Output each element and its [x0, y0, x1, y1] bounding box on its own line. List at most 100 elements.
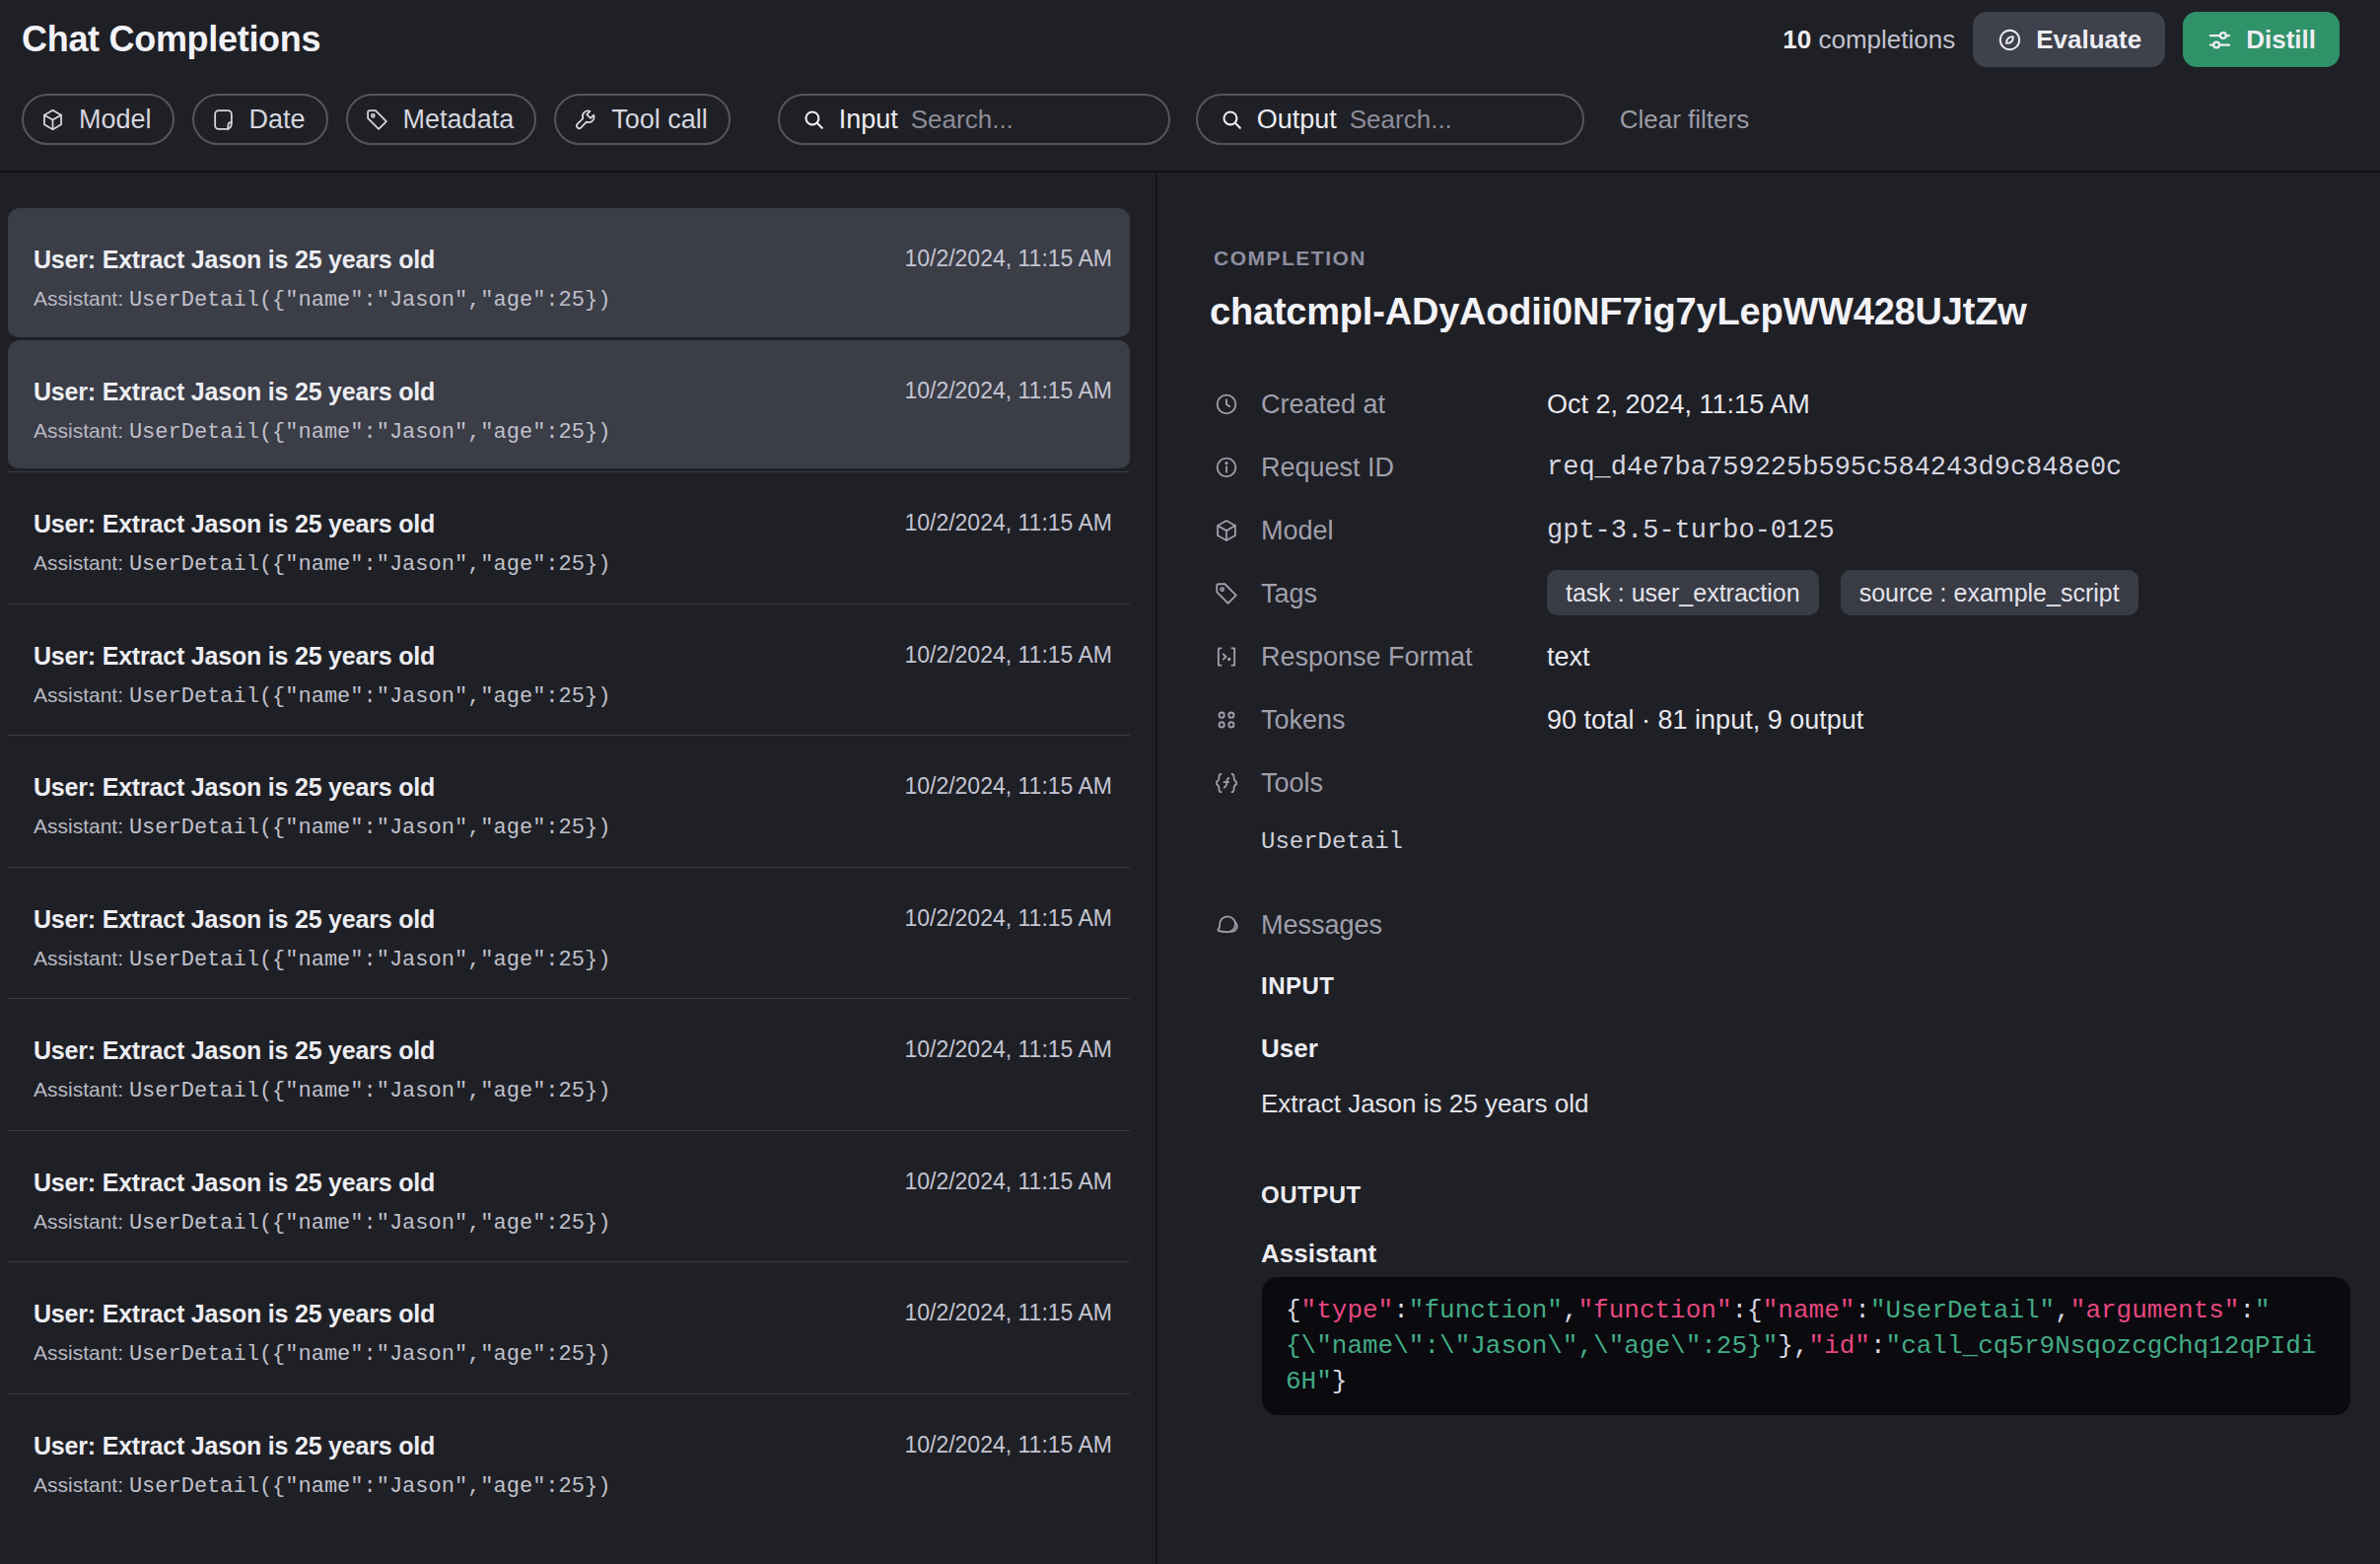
tool-name: UserDetail	[1261, 828, 1403, 855]
chat-completions-page: Chat Completions 10 completions Evaluate…	[0, 0, 2380, 1564]
detail-value: gpt-3.5-turbo-0125	[1547, 516, 1835, 545]
item-assistant-text: Assistant: UserDetail({"name":"Jason","a…	[34, 945, 1112, 974]
detail-row-response-format: Response Formattext	[1214, 639, 2346, 675]
completions-count: 10 completions	[1783, 25, 1955, 55]
detail-row-created-at: Created atOct 2, 2024, 11:15 AM	[1214, 387, 2346, 422]
speech-bubble-icon	[1214, 912, 1261, 938]
detail-label: Tools	[1261, 768, 1547, 799]
output-role: Assistant	[1261, 1239, 1376, 1269]
evaluate-button-label: Evaluate	[2036, 25, 2141, 55]
tag-chip: source : example_script	[1841, 570, 2138, 615]
completion-list-item[interactable]: User: Extract Jason is 25 years old Assi…	[8, 1393, 1130, 1526]
detail-label: Tokens	[1261, 705, 1547, 736]
completion-id: chatcmpl-ADyAodii0NF7ig7yLepWW428UJtZw	[1210, 291, 2027, 333]
evaluate-icon	[1996, 27, 2023, 53]
info-icon	[1214, 455, 1261, 480]
completion-list-item[interactable]: User: Extract Jason is 25 years old Assi…	[8, 604, 1130, 736]
completions-count-number: 10	[1783, 25, 1811, 54]
filter-pill-label: Tool call	[611, 105, 708, 135]
tag-icon	[1214, 581, 1261, 606]
braces-function-icon	[1214, 770, 1261, 796]
detail-label: Model	[1261, 516, 1547, 546]
detail-value: req_d4e7ba759225b595c584243d9c848e0c	[1547, 453, 2122, 482]
completion-eyebrow: COMPLETION	[1214, 247, 1366, 270]
filter-pill-label: Date	[249, 105, 306, 135]
input-search-placeholder: Search...	[911, 105, 1014, 135]
page-title: Chat Completions	[22, 18, 320, 61]
item-timestamp: 10/2/2024, 11:15 AM	[904, 1300, 1112, 1326]
calendar-icon	[211, 107, 236, 132]
output-search-placeholder: Search...	[1350, 105, 1452, 135]
completion-list-item[interactable]: User: Extract Jason is 25 years old Assi…	[8, 471, 1130, 604]
detail-value: text	[1547, 642, 1590, 673]
input-search-field[interactable]: Input Search...	[778, 94, 1170, 145]
item-timestamp: 10/2/2024, 11:15 AM	[904, 1169, 1112, 1195]
completion-list-item[interactable]: User: Extract Jason is 25 years old Assi…	[8, 867, 1130, 999]
messages-label: Messages	[1261, 910, 1382, 941]
detail-label: Created at	[1261, 390, 1547, 420]
item-timestamp: 10/2/2024, 11:15 AM	[904, 246, 1112, 272]
tags-chips: task : user_extractionsource : example_s…	[1547, 570, 2138, 615]
completion-list-item[interactable]: User: Extract Jason is 25 years old Assi…	[8, 340, 1130, 472]
item-timestamp: 10/2/2024, 11:15 AM	[904, 378, 1112, 404]
item-timestamp: 10/2/2024, 11:15 AM	[904, 773, 1112, 800]
filter-pill-metadata[interactable]: Metadata	[346, 94, 537, 145]
input-message-text: Extract Jason is 25 years old	[1261, 1089, 1588, 1119]
response-format-icon	[1214, 644, 1261, 670]
item-timestamp: 10/2/2024, 11:15 AM	[904, 905, 1112, 932]
detail-value: Oct 2, 2024, 11:15 AM	[1547, 390, 1810, 420]
search-icon	[1220, 107, 1244, 132]
distill-button-label: Distill	[2246, 25, 2316, 55]
detail-row-tags: Tagstask : user_extractionsource : examp…	[1214, 576, 2346, 611]
filter-pill-model[interactable]: Model	[22, 94, 175, 145]
filter-pill-tool-call[interactable]: Tool call	[554, 94, 731, 145]
detail-row-request-id: Request IDreq_d4e7ba759225b595c584243d9c…	[1214, 450, 2346, 485]
clear-filters-button[interactable]: Clear filters	[1620, 105, 1749, 135]
grid-dots-icon	[1214, 707, 1261, 733]
detail-label: Tags	[1261, 579, 1547, 609]
item-assistant-text: Assistant: UserDetail({"name":"Jason","a…	[34, 813, 1112, 842]
completion-list-item[interactable]: User: Extract Jason is 25 years old Assi…	[8, 735, 1130, 867]
output-search-label: Output	[1257, 105, 1337, 135]
search-icon	[802, 107, 826, 132]
sliders-icon	[2206, 27, 2233, 53]
distill-button[interactable]: Distill	[2183, 12, 2340, 67]
filter-bar: Model Date Metadata Tool call Input Search.…	[22, 94, 1749, 145]
completion-detail-panel: COMPLETION chatcmpl-ADyAodii0NF7ig7yLepW…	[1157, 173, 2380, 1564]
completion-list-item[interactable]: User: Extract Jason is 25 years old Assi…	[8, 998, 1130, 1130]
input-section-heading: INPUT	[1261, 972, 1335, 1000]
detail-value: 90 total · 81 input, 9 output	[1547, 705, 1863, 736]
wrench-icon	[573, 107, 597, 132]
item-timestamp: 10/2/2024, 11:15 AM	[904, 642, 1112, 669]
item-assistant-text: Assistant: UserDetail({"name":"Jason","a…	[34, 1339, 1112, 1369]
detail-row-tools: Tools	[1214, 765, 2346, 801]
detail-label: Response Format	[1261, 642, 1547, 673]
output-search-field[interactable]: Output Search...	[1196, 94, 1584, 145]
item-assistant-text: Assistant: UserDetail({"name":"Jason","a…	[34, 1208, 1112, 1238]
detail-label: Request ID	[1261, 453, 1547, 483]
output-code-block: {"type":"function","function":{"name":"U…	[1262, 1277, 2350, 1415]
filter-pill-label: Metadata	[403, 105, 515, 135]
input-role: User	[1261, 1033, 1318, 1064]
item-timestamp: 10/2/2024, 11:15 AM	[904, 510, 1112, 536]
cube-icon	[1214, 518, 1261, 543]
evaluate-button[interactable]: Evaluate	[1973, 12, 2165, 67]
tag-icon	[365, 107, 389, 132]
cube-icon	[40, 107, 65, 132]
completions-count-label: completions	[1811, 25, 1955, 54]
completions-list: User: Extract Jason is 25 years old Assi…	[0, 173, 1155, 1564]
item-assistant-text: Assistant: UserDetail({"name":"Jason","a…	[34, 1076, 1112, 1105]
completion-list-item[interactable]: User: Extract Jason is 25 years old Assi…	[8, 1130, 1130, 1262]
filter-pill-date[interactable]: Date	[192, 94, 328, 145]
item-timestamp: 10/2/2024, 11:15 AM	[904, 1432, 1112, 1458]
item-timestamp: 10/2/2024, 11:15 AM	[904, 1036, 1112, 1063]
clock-icon	[1214, 391, 1261, 417]
header-actions: 10 completions Evaluate Distill	[1783, 12, 2340, 67]
item-assistant-text: Assistant: UserDetail({"name":"Jason","a…	[34, 1471, 1112, 1501]
output-section-heading: OUTPUT	[1261, 1181, 1362, 1209]
filter-pill-label: Model	[79, 105, 152, 135]
completion-list-item[interactable]: User: Extract Jason is 25 years old Assi…	[8, 208, 1130, 340]
completion-list-item[interactable]: User: Extract Jason is 25 years old Assi…	[8, 1261, 1130, 1393]
item-assistant-text: Assistant: UserDetail({"name":"Jason","a…	[34, 285, 1112, 315]
messages-row: Messages	[1214, 907, 1382, 943]
